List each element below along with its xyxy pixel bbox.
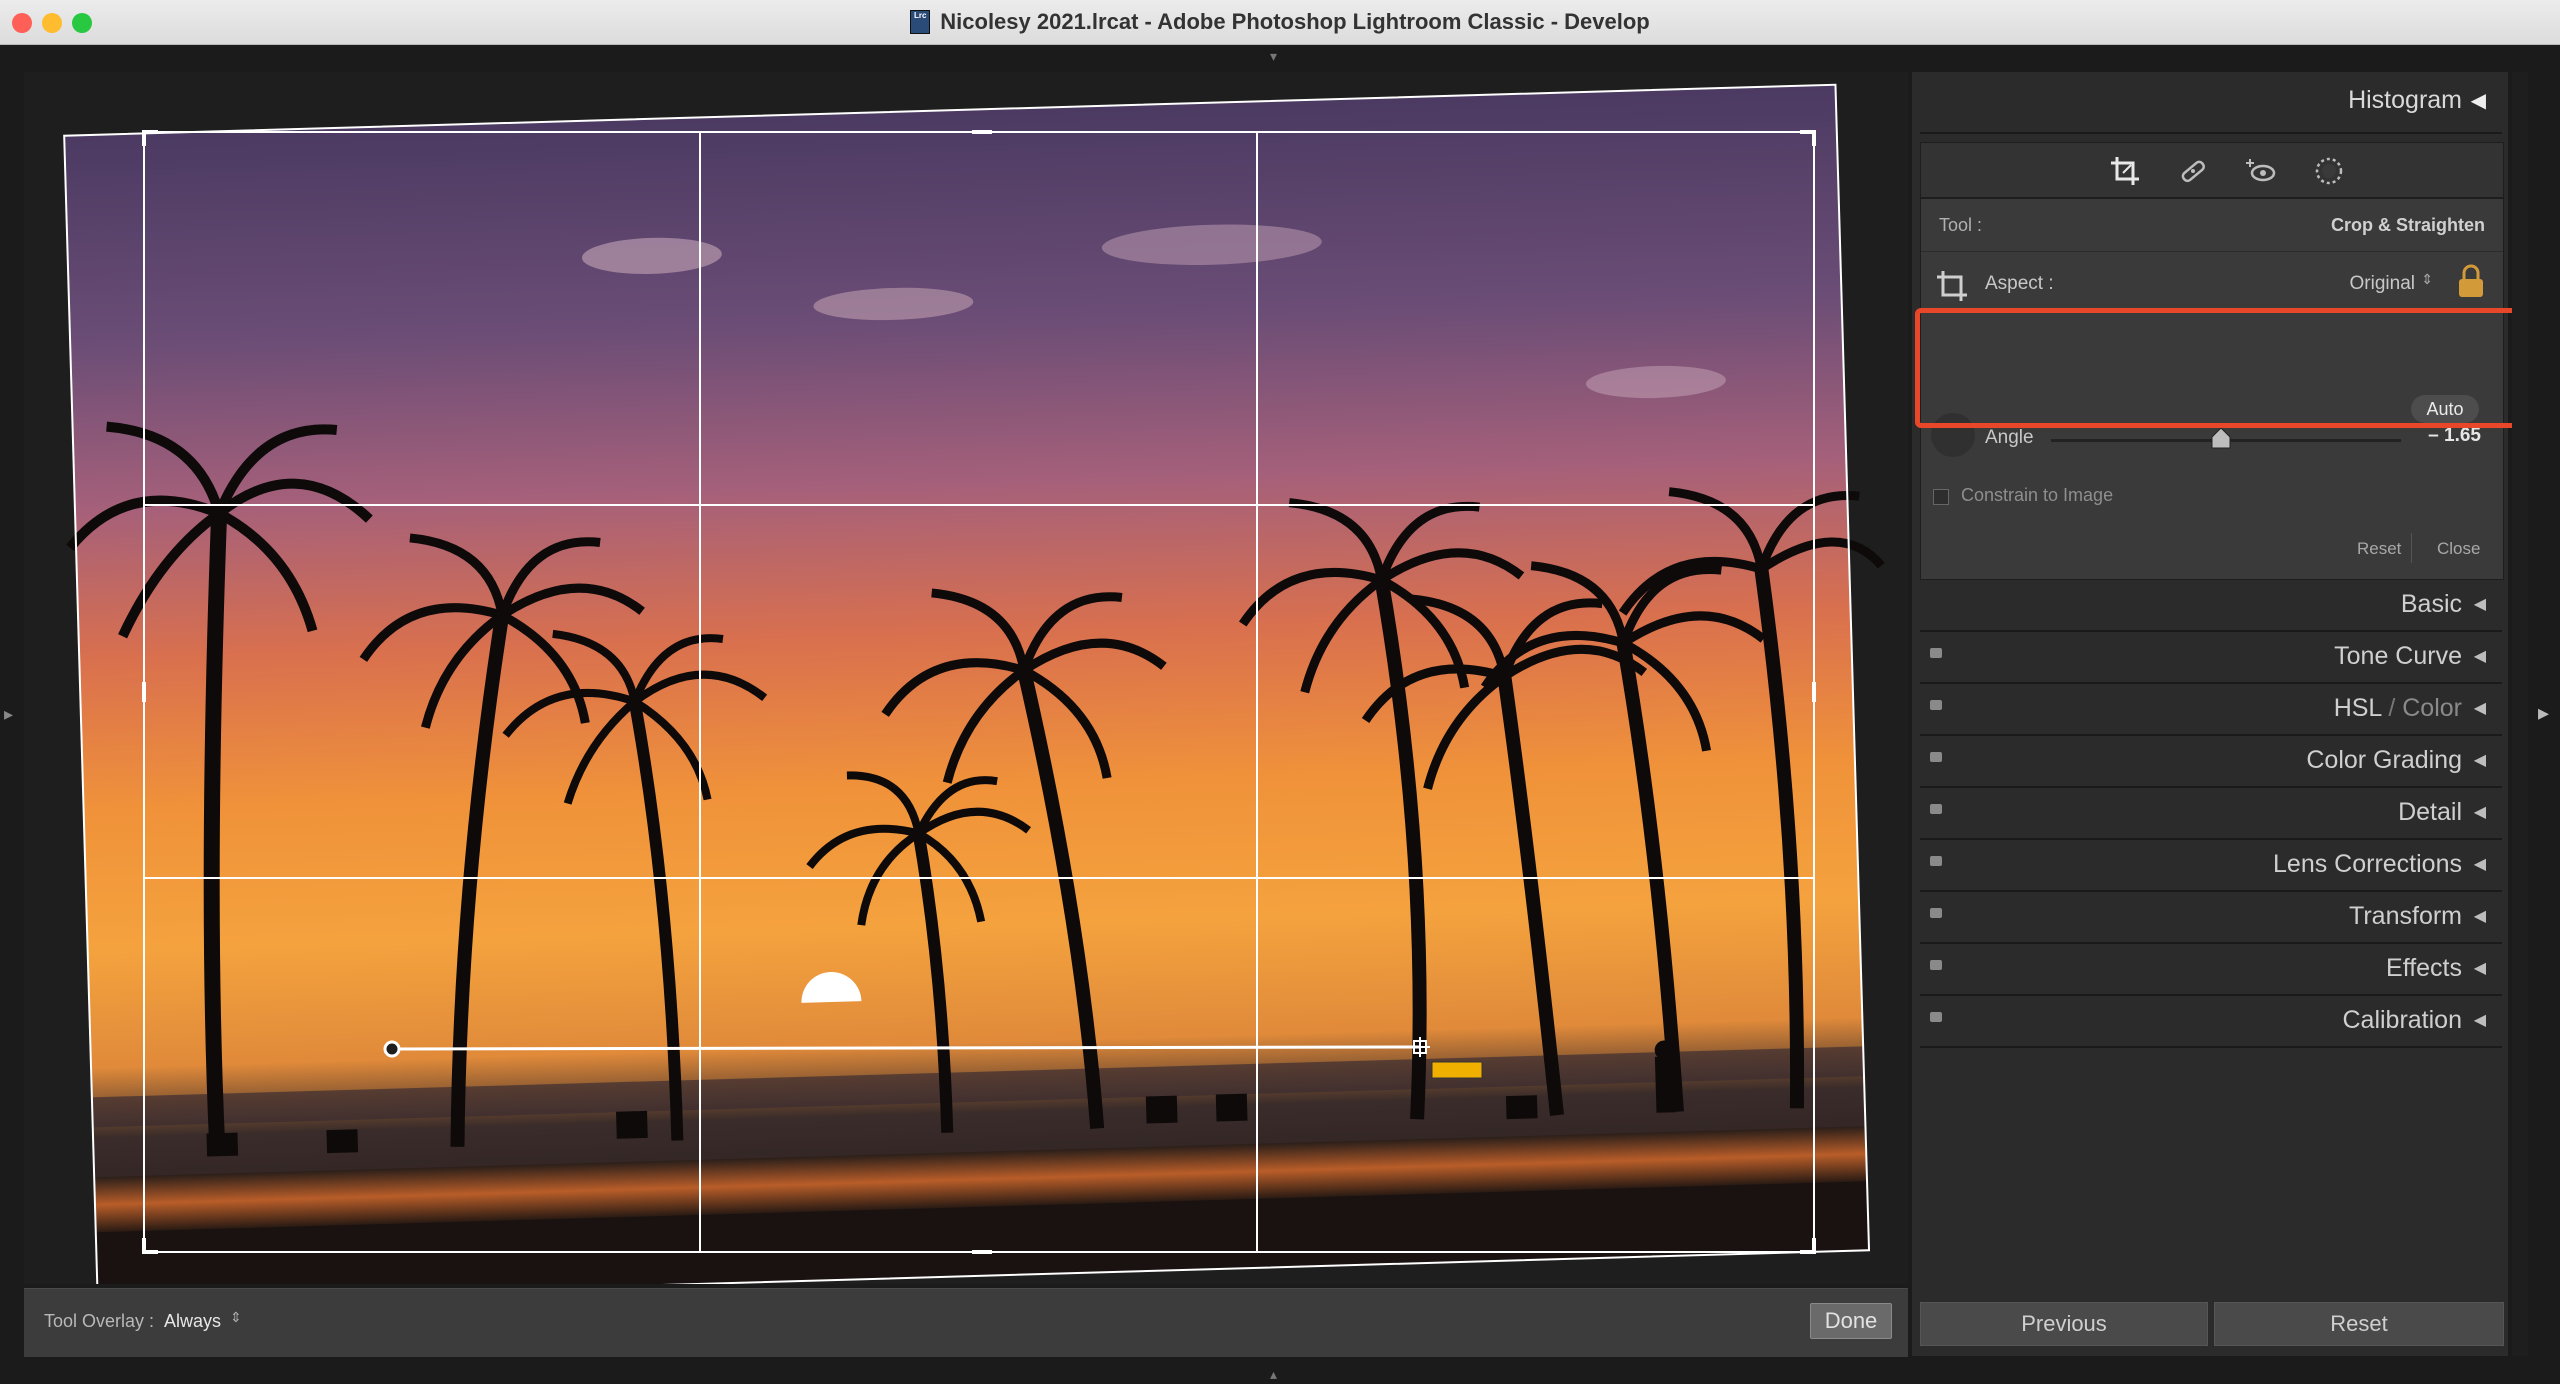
left-panel-toggle-icon[interactable]: ▸	[4, 704, 13, 725]
image-canvas[interactable]	[24, 72, 1908, 1284]
top-panel-toggle-icon[interactable]: ▾	[1270, 48, 1277, 65]
panel-label-hsl[interactable]: HSL	[2334, 694, 2382, 722]
tool-label: Tool :	[1939, 215, 1983, 235]
panel-switch[interactable]	[1930, 856, 1942, 866]
panel-tone-curve[interactable]: Tone Curve ◀	[1920, 634, 2502, 684]
tool-strip	[1920, 142, 2504, 198]
tool-overlay-label: Tool Overlay :	[44, 1311, 155, 1331]
panel-color-grading[interactable]: Color Grading ◀	[1920, 738, 2502, 788]
constrain-checkbox[interactable]	[1933, 489, 1949, 505]
panel-switch[interactable]	[1930, 960, 1942, 970]
panel-switch[interactable]	[1930, 908, 1942, 918]
panel-label: Effects	[2386, 954, 2462, 982]
healing-brush-icon[interactable]	[2177, 155, 2209, 187]
panel-switch[interactable]	[1930, 700, 1942, 710]
photo-layer	[63, 83, 1885, 1284]
panel-label: Lens Corrections	[2273, 850, 2462, 878]
bottom-panel-toggle-icon[interactable]: ▴	[1270, 1366, 1277, 1383]
panel-label: Basic	[2400, 590, 2462, 618]
title-bar: Lrc Nicolesy 2021.lrcat - Adobe Photosho…	[0, 0, 2560, 45]
level-indicator	[1431, 1061, 1483, 1079]
collapse-triangle-icon[interactable]: ◀	[2474, 854, 2486, 874]
collapse-triangle-icon[interactable]: ◀	[2474, 750, 2486, 770]
panel-label: Calibration	[2342, 1006, 2462, 1034]
tool-overlay-chevron-icon[interactable]: ⇕	[230, 1309, 242, 1326]
panel-label: Tone Curve	[2334, 642, 2462, 670]
masking-icon[interactable]	[2313, 155, 2345, 187]
panel-hsl-color[interactable]: HSL / Color ◀	[1920, 686, 2502, 736]
panel-transform[interactable]: Transform ◀	[1920, 894, 2502, 944]
previous-button[interactable]: Previous	[1920, 1302, 2208, 1346]
crop-canvas-svg[interactable]	[24, 72, 1908, 1284]
angle-label: Angle	[1985, 427, 2034, 448]
histogram-label: Histogram	[2348, 86, 2462, 114]
title-wrap: Lrc Nicolesy 2021.lrcat - Adobe Photosho…	[0, 0, 2560, 44]
panel-label-color[interactable]: Color	[2402, 694, 2462, 722]
crop-icon[interactable]	[2109, 155, 2141, 187]
done-button[interactable]: Done	[1810, 1303, 1892, 1339]
panel-lens-corrections[interactable]: Lens Corrections ◀	[1920, 842, 2502, 892]
panel-label: HSL / Color	[2334, 694, 2462, 723]
reset-button[interactable]: Reset	[2214, 1302, 2504, 1346]
divider	[1921, 251, 2503, 252]
tool-name: Crop & Straighten	[2330, 215, 2485, 235]
divider	[2411, 533, 2412, 563]
crop-reset-button[interactable]: Reset	[2357, 539, 2401, 559]
panel-effects[interactable]: Effects ◀	[1920, 946, 2502, 996]
panel-label: Detail	[2398, 798, 2462, 826]
right-panel: Histogram ◀ Tool : Crop & Straighten Asp…	[1912, 72, 2508, 1356]
collapse-triangle-icon[interactable]: ◀	[2474, 646, 2486, 666]
aspect-chevron-icon[interactable]: ⇕	[2421, 271, 2433, 288]
collapse-triangle-icon[interactable]: ◀	[2474, 1010, 2486, 1030]
crop-frame-icon[interactable]	[1935, 269, 1969, 303]
panel-label: Transform	[2349, 902, 2462, 930]
straighten-cursor-icon	[1410, 1037, 1430, 1057]
collapse-triangle-icon[interactable]: ◀	[2474, 802, 2486, 822]
right-panel-scrollbar[interactable]	[2512, 72, 2528, 1356]
collapse-triangle-icon[interactable]: ◀	[2474, 698, 2486, 718]
panel-switch[interactable]	[1930, 804, 1942, 814]
crop-close-button[interactable]: Close	[2437, 539, 2480, 559]
angle-value[interactable]: – 1.65	[2428, 425, 2481, 447]
panel-basic[interactable]: Basic ◀	[1920, 582, 2502, 632]
collapse-triangle-icon[interactable]: ◀	[2474, 906, 2486, 926]
tool-overlay-select[interactable]: Always	[164, 1311, 221, 1332]
panel-detail[interactable]: Detail ◀	[1920, 790, 2502, 840]
angle-highlight-box	[1915, 308, 2519, 428]
panel-switch[interactable]	[1930, 752, 1942, 762]
panel-label-separator: /	[2381, 694, 2403, 722]
constrain-label: Constrain to Image	[1961, 485, 2114, 505]
aspect-select[interactable]: Original	[2350, 273, 2415, 295]
collapse-triangle-icon[interactable]: ◀	[2474, 958, 2486, 978]
crop-toolbar: Tool Overlay : Always ⇕ Done	[24, 1288, 1908, 1357]
panel-calibration[interactable]: Calibration ◀	[1920, 998, 2502, 1048]
straighten-start-point[interactable]	[383, 1040, 401, 1058]
aspect-label: Aspect :	[1985, 273, 2054, 294]
angle-slider-thumb[interactable]	[2211, 427, 2231, 449]
histogram-panel-header[interactable]: Histogram ◀	[1920, 72, 2502, 134]
catalog-document-icon: Lrc	[910, 10, 931, 34]
panel-switch[interactable]	[1930, 648, 1942, 658]
collapse-triangle-icon[interactable]: ◀	[2474, 594, 2486, 614]
right-panel-toggle-icon[interactable]: ▸	[2538, 700, 2549, 726]
red-eye-icon[interactable]	[2245, 155, 2277, 187]
collapse-triangle-icon[interactable]: ◀	[2471, 88, 2486, 113]
panel-switch[interactable]	[1930, 1012, 1942, 1022]
lock-icon[interactable]	[2457, 263, 2485, 299]
window-title: Nicolesy 2021.lrcat - Adobe Photoshop Li…	[940, 9, 1650, 34]
panel-label: Color Grading	[2306, 746, 2462, 774]
